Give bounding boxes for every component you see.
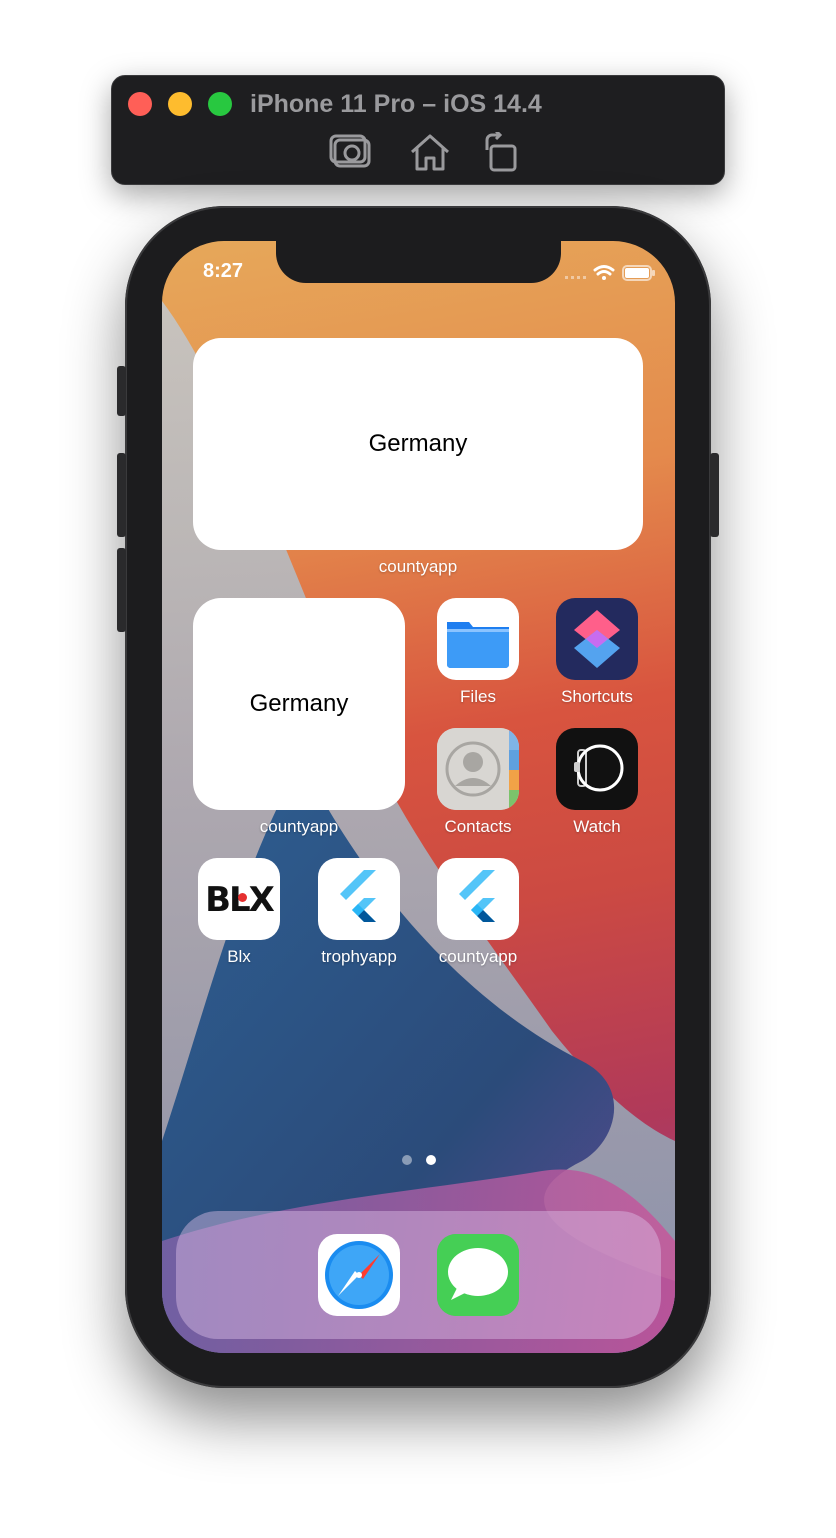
shortcuts-app-icon[interactable] xyxy=(556,598,638,680)
close-window-button[interactable] xyxy=(128,92,152,116)
widget-country-text: Germany xyxy=(368,430,468,457)
safari-icon[interactable] xyxy=(318,1234,400,1316)
contacts-app-icon[interactable] xyxy=(437,728,519,810)
widget-large-label: countyapp xyxy=(378,557,458,576)
messages-icon[interactable] xyxy=(437,1234,519,1316)
blx-logo-dot xyxy=(238,893,247,902)
widget-small-label: countyapp xyxy=(259,817,339,836)
flutter-logo-icon xyxy=(459,870,495,922)
battery-icon xyxy=(622,265,655,281)
screenshot-icon[interactable] xyxy=(329,132,375,172)
page-dot-1[interactable] xyxy=(402,1155,412,1165)
files-app-icon[interactable] xyxy=(437,598,519,680)
side-button[interactable] xyxy=(710,453,719,537)
watch-app-label: Watch xyxy=(573,817,621,836)
home-icon[interactable] xyxy=(407,132,453,172)
silent-switch[interactable] xyxy=(117,366,126,416)
status-icons xyxy=(563,262,658,284)
countyapp-app-label: countyapp xyxy=(438,947,518,966)
minimize-window-button[interactable] xyxy=(168,92,192,116)
contacts-app-label: Contacts xyxy=(444,817,512,836)
country-widget-small[interactable]: Germany xyxy=(193,598,405,810)
volume-up-button[interactable] xyxy=(117,453,126,537)
trophyapp-app-icon[interactable] xyxy=(318,858,400,940)
volume-down-button[interactable] xyxy=(117,548,126,632)
status-time: 8:27 xyxy=(203,260,244,282)
flutter-logo-icon xyxy=(340,870,376,922)
shortcuts-app-label: Shortcuts xyxy=(561,687,633,706)
cellular-icon xyxy=(565,276,586,279)
blx-app-label: Blx xyxy=(227,947,251,966)
dock xyxy=(176,1211,661,1339)
simulator-title: iPhone 11 Pro – iOS 14.4 xyxy=(250,90,542,118)
countyapp-app-icon[interactable] xyxy=(437,858,519,940)
page-dot-2-active[interactable] xyxy=(426,1155,436,1165)
zoom-window-button[interactable] xyxy=(208,92,232,116)
widget-country-text: Germany xyxy=(249,690,349,717)
rotate-icon[interactable] xyxy=(481,129,527,172)
blx-app-icon[interactable]: BLX xyxy=(198,858,280,940)
trophyapp-app-label: trophyapp xyxy=(321,947,397,966)
notch xyxy=(276,241,561,283)
files-app-label: Files xyxy=(460,687,496,706)
wifi-icon xyxy=(593,265,615,280)
watch-app-icon[interactable] xyxy=(556,728,638,810)
country-widget-large[interactable]: Germany xyxy=(193,338,643,550)
